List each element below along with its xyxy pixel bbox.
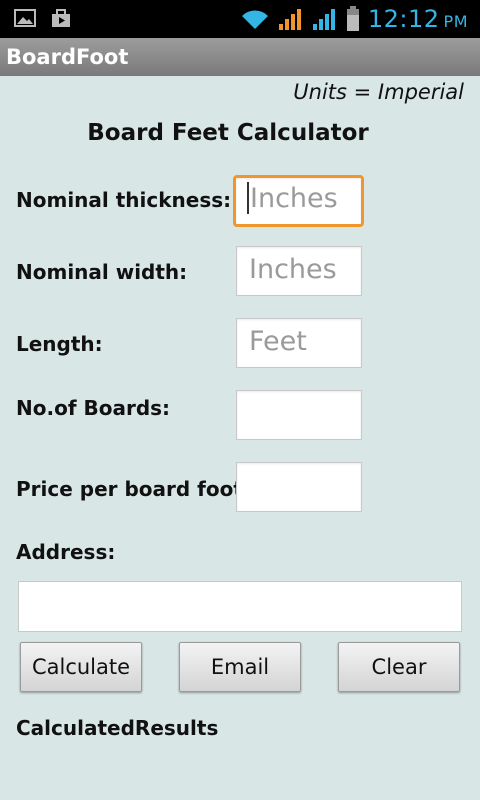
image-icon: [14, 8, 36, 32]
status-bar: 12:12 PM: [0, 0, 480, 38]
calculated-results: CalculatedResults: [16, 716, 219, 740]
nominal-width-label: Nominal width:: [16, 260, 188, 284]
nominal-width-placeholder: Inches: [249, 254, 337, 285]
nominal-thickness-field[interactable]: Inches: [233, 175, 364, 227]
app-title-bar: BoardFoot: [0, 38, 480, 76]
number-of-boards-label: No.of Boards:: [16, 396, 171, 420]
address-field[interactable]: [18, 581, 462, 632]
price-per-board-foot-field[interactable]: [236, 462, 362, 512]
app-title: BoardFoot: [6, 45, 129, 69]
email-button[interactable]: Email: [179, 642, 301, 692]
battery-icon: [346, 5, 360, 36]
address-label: Address:: [16, 540, 116, 564]
page-title: Board Feet Calculator: [87, 120, 369, 146]
signal-icon-2: [312, 7, 338, 35]
length-field[interactable]: Feet: [236, 318, 362, 368]
clock-time: 12:12: [367, 5, 440, 33]
clock-ampm: PM: [443, 12, 468, 31]
nominal-thickness-label: Nominal thickness:: [16, 188, 232, 212]
number-of-boards-field[interactable]: [236, 390, 362, 440]
clear-button[interactable]: Clear: [338, 642, 460, 692]
signal-icon: [278, 7, 304, 35]
clock: 12:12 PM: [368, 4, 468, 37]
nominal-width-field[interactable]: Inches: [236, 246, 362, 296]
text-cursor: [247, 181, 249, 214]
briefcase-icon: [50, 8, 72, 32]
calculate-button[interactable]: Calculate: [20, 642, 142, 692]
length-placeholder: Feet: [249, 326, 307, 357]
price-per-board-foot-label: Price per board foot:: [16, 477, 251, 501]
nominal-thickness-placeholder: Inches: [250, 183, 338, 214]
units-label: Units = Imperial: [293, 80, 464, 104]
length-label: Length:: [16, 332, 103, 356]
wifi-icon: [240, 7, 270, 35]
